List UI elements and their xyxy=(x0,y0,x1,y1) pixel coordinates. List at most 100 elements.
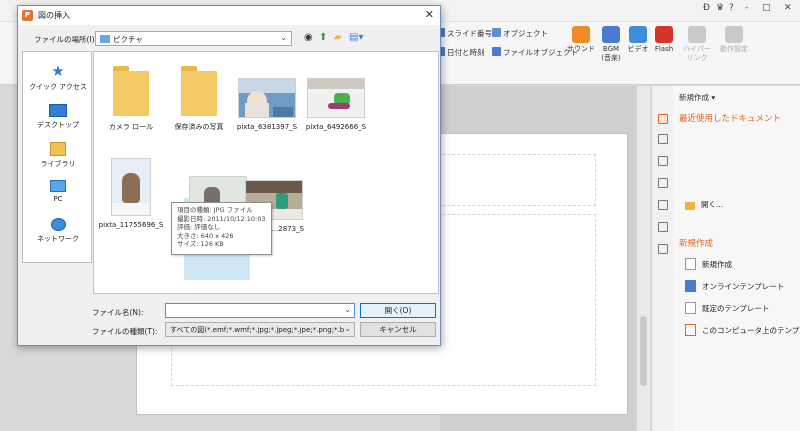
document-icon[interactable] xyxy=(658,114,668,124)
folder-icon xyxy=(113,66,149,116)
filename-label: ファイル名(N): xyxy=(92,308,144,317)
flash-icon xyxy=(655,26,673,43)
filetype-label: ファイルの種類(T): xyxy=(92,327,158,336)
file-name: pixta_6381397_S xyxy=(236,123,298,131)
new-document-icon xyxy=(685,258,696,270)
pictures-folder-icon xyxy=(100,35,110,43)
close-icon[interactable]: ✕ xyxy=(425,8,434,21)
maximize-button[interactable]: □ xyxy=(762,3,771,13)
action-settings-button[interactable]: 動作設定 xyxy=(714,26,754,54)
place-network[interactable]: ネットワーク xyxy=(23,218,93,244)
folder-icon xyxy=(685,202,695,210)
back-icon[interactable]: ◉ xyxy=(304,32,313,43)
place-quick-access[interactable]: ★ クイック アクセス xyxy=(23,64,93,92)
default-template-link[interactable]: 既定のテンプレート xyxy=(685,302,769,314)
date-time-button[interactable]: 日付と時刻 xyxy=(436,47,485,58)
up-folder-icon[interactable]: ⬆ xyxy=(319,32,327,43)
view-menu-icon[interactable]: ▤▾ xyxy=(349,32,363,43)
location-dropdown[interactable]: ピクチャ ⌄ xyxy=(95,31,292,46)
skin-icon[interactable]: ♛ xyxy=(716,3,724,13)
recent-documents-title: 最近使用したドキュメント xyxy=(679,114,782,124)
hyperlink-button[interactable]: ハイパー リンク xyxy=(677,26,717,63)
file-object-icon xyxy=(492,47,501,56)
task-pane-header[interactable]: 新規作成 ▾ xyxy=(679,92,715,103)
place-label: デスクトップ xyxy=(37,121,79,129)
dialog-title-bar[interactable]: P 図の挿入 ✕ xyxy=(18,6,440,25)
minimize-button[interactable]: - xyxy=(745,3,748,13)
slide-number-label: スライド番号 xyxy=(447,29,492,38)
chevron-down-icon[interactable]: ⌄ xyxy=(344,305,351,314)
library-icon xyxy=(50,142,66,156)
local-template-label: このコンピュータ上のテンプレート xyxy=(702,326,800,335)
action-icon xyxy=(725,26,743,43)
object-button[interactable]: オブジェクト xyxy=(492,28,548,39)
location-label: ファイルの場所(I): xyxy=(34,35,98,44)
filename-input[interactable]: ⌄ xyxy=(165,303,355,318)
default-template-label: 既定のテンプレート xyxy=(702,304,770,313)
tooltip-size: サイズ: 126 KB xyxy=(177,240,224,248)
new-section-title: 新規作成 xyxy=(679,239,714,249)
object-icon xyxy=(492,28,501,37)
file-name: カメラ ロール xyxy=(108,123,154,131)
local-template-icon xyxy=(685,324,696,336)
photo-thumbnail xyxy=(307,78,365,118)
online-template-icon xyxy=(685,280,696,292)
file-item[interactable]: カメラ ロール xyxy=(95,66,167,132)
photo-thumbnail xyxy=(238,78,296,118)
tooltip-type: 項目の種類: JPG ファイル xyxy=(177,206,253,214)
new-blank-link[interactable]: 新規作成 xyxy=(685,258,732,270)
file-list[interactable]: カメラ ロール 保存済みの写真 pixta_6381397_S pixta_64… xyxy=(93,51,439,294)
vertical-scrollbar[interactable] xyxy=(636,86,650,431)
online-template-label: オンラインテンプレート xyxy=(702,282,785,291)
default-template-icon xyxy=(685,302,696,314)
help-icon[interactable]: ? xyxy=(729,3,734,13)
action-settings-label: 動作設定 xyxy=(720,45,748,53)
photo-thumbnail xyxy=(111,158,151,216)
place-label: PC xyxy=(53,195,63,203)
local-template-link[interactable]: このコンピュータ上のテンプレート xyxy=(685,324,800,336)
filetype-dropdown[interactable]: すべての図(*.emf;*.wmf;*.jpg;*.jpeg;*.jpe;*.p… xyxy=(165,322,355,337)
file-item[interactable]: pixta_6492666_S xyxy=(300,78,372,131)
new-folder-icon[interactable]: ▰ xyxy=(334,32,342,43)
transition-icon[interactable] xyxy=(658,222,668,232)
online-template-link[interactable]: オンラインテンプレート xyxy=(685,280,784,292)
open-link[interactable]: 開く... xyxy=(685,199,723,210)
open-button[interactable]: 開く(O) xyxy=(360,303,436,318)
close-app-button[interactable]: ✕ xyxy=(784,3,792,13)
clipboard-icon[interactable] xyxy=(658,134,668,144)
flash-label: Flash xyxy=(654,45,674,53)
chevron-down-icon[interactable]: ⌄ xyxy=(280,33,287,42)
dialog-title: 図の挿入 xyxy=(38,11,70,20)
tooltip-rating: 評価: 評価なし xyxy=(177,223,221,231)
animation-icon[interactable] xyxy=(658,200,668,210)
file-item[interactable]: pixta_6381397_S xyxy=(231,78,303,131)
file-name: pixta_11755696_S xyxy=(98,221,164,229)
task-pane: 新規作成 ▾ 最近使用したドキュメント 開く... 新規作成 新規作成 オンライ… xyxy=(673,86,800,431)
chevron-down-icon[interactable]: ⌄ xyxy=(344,324,351,333)
folder-icon xyxy=(181,66,217,116)
tooltip-date: 撮影日時: 2011/10/12 10:03 xyxy=(177,214,266,223)
place-desktop[interactable]: デスクトップ xyxy=(23,104,93,130)
link-icon xyxy=(688,26,706,43)
new-blank-label: 新規作成 xyxy=(702,260,732,269)
layout-icon[interactable] xyxy=(658,156,668,166)
filetype-value: すべての図(*.emf;*.wmf;*.jpg;*.jpeg;*.jpe;*.p… xyxy=(170,326,352,334)
file-name: 保存済みの写真 xyxy=(174,123,224,131)
file-item[interactable]: pixta_11755696_S xyxy=(95,158,167,229)
place-label: ライブラリ xyxy=(40,160,76,168)
cancel-button[interactable]: キャンセル xyxy=(360,322,436,337)
star-icon: ★ xyxy=(51,62,65,80)
file-item[interactable]: 保存済みの写真 xyxy=(163,66,235,132)
network-icon xyxy=(50,218,66,231)
side-icon-strip xyxy=(651,86,673,431)
place-libraries[interactable]: ライブラリ xyxy=(23,142,93,169)
account-icon[interactable]: Ð xyxy=(703,3,710,13)
location-value: ピクチャ xyxy=(113,35,143,44)
computer-icon xyxy=(50,180,66,192)
slide-number-button[interactable]: スライド番号 xyxy=(436,28,492,39)
design-icon[interactable] xyxy=(658,178,668,188)
place-pc[interactable]: PC xyxy=(23,180,93,203)
places-bar: ★ クイック アクセス デスクトップ ライブラリ PC ネットワーク xyxy=(22,51,92,263)
settings-icon[interactable] xyxy=(658,244,668,254)
scrollbar-thumb[interactable] xyxy=(640,316,647,386)
